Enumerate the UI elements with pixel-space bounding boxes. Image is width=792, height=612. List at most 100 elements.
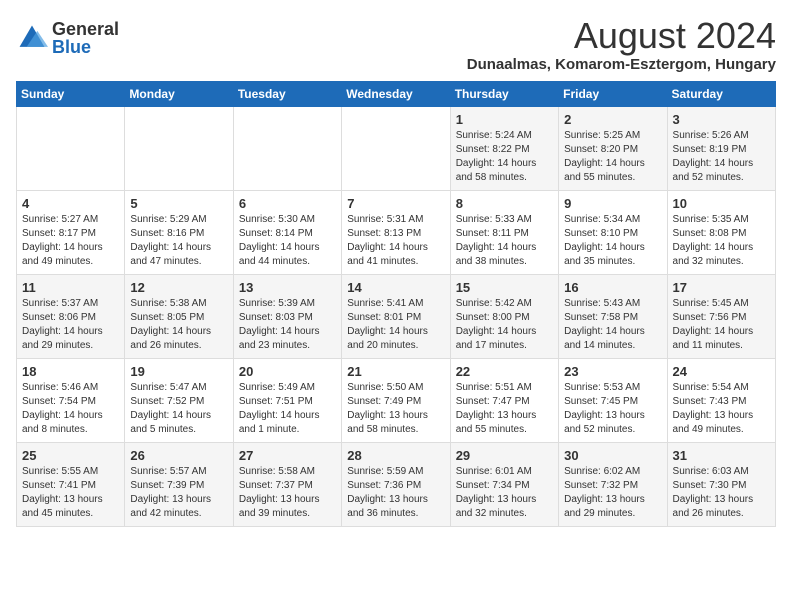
calendar-week-row: 1 Sunrise: 5:24 AM Sunset: 8:22 PM Daylig… [17, 106, 776, 190]
calendar-cell: 6 Sunrise: 5:30 AM Sunset: 8:14 PM Daylig… [233, 190, 341, 274]
calendar-cell: 30 Sunrise: 6:02 AM Sunset: 7:32 PM Dayli… [559, 442, 667, 526]
day-number: 22 [456, 364, 553, 379]
calendar-week-row: 4 Sunrise: 5:27 AM Sunset: 8:17 PM Daylig… [17, 190, 776, 274]
calendar-week-row: 11Sunrise: 5:37 AM Sunset: 8:06 PM Dayli… [17, 274, 776, 358]
weekday-header: Sunday [17, 81, 125, 106]
day-number: 28 [347, 448, 444, 463]
logo: General Blue [16, 20, 119, 56]
day-info: Sunrise: 5:58 AM Sunset: 7:37 PM Dayligh… [239, 465, 336, 521]
day-info: Sunrise: 5:27 AM Sunset: 8:17 PM Dayligh… [22, 213, 119, 269]
day-info: Sunrise: 5:33 AM Sunset: 8:11 PM Dayligh… [456, 213, 553, 269]
day-info: Sunrise: 5:37 AM Sunset: 8:06 PM Dayligh… [22, 297, 119, 353]
day-info: Sunrise: 5:24 AM Sunset: 8:22 PM Dayligh… [456, 129, 553, 185]
weekday-header: Thursday [450, 81, 558, 106]
calendar-cell: 29Sunrise: 6:01 AM Sunset: 7:34 PM Dayli… [450, 442, 558, 526]
day-number: 15 [456, 280, 553, 295]
day-number: 9 [564, 196, 661, 211]
page-header: General Blue August 2024 Dunaalmas, Koma… [16, 16, 776, 73]
calendar-cell: 27 Sunrise: 5:58 AM Sunset: 7:37 PM Dayli… [233, 442, 341, 526]
day-info: Sunrise: 5:53 AM Sunset: 7:45 PM Dayligh… [564, 381, 661, 437]
day-info: Sunrise: 5:26 AM Sunset: 8:19 PM Dayligh… [673, 129, 770, 185]
calendar-cell: 11Sunrise: 5:37 AM Sunset: 8:06 PM Dayli… [17, 274, 125, 358]
calendar-cell: 24 Sunrise: 5:54 AM Sunset: 7:43 PM Dayli… [667, 358, 775, 442]
day-info: Sunrise: 5:57 AM Sunset: 7:39 PM Dayligh… [130, 465, 227, 521]
calendar-cell: 17 Sunrise: 5:45 AM Sunset: 7:56 PM Dayli… [667, 274, 775, 358]
day-number: 5 [130, 196, 227, 211]
day-number: 7 [347, 196, 444, 211]
day-number: 23 [564, 364, 661, 379]
day-info: Sunrise: 5:34 AM Sunset: 8:10 PM Dayligh… [564, 213, 661, 269]
day-number: 10 [673, 196, 770, 211]
day-number: 16 [564, 280, 661, 295]
calendar-cell [233, 106, 341, 190]
day-info: Sunrise: 5:29 AM Sunset: 8:16 PM Dayligh… [130, 213, 227, 269]
day-info: Sunrise: 5:45 AM Sunset: 7:56 PM Dayligh… [673, 297, 770, 353]
logo-blue: Blue [52, 38, 119, 56]
day-info: Sunrise: 5:35 AM Sunset: 8:08 PM Dayligh… [673, 213, 770, 269]
day-number: 31 [673, 448, 770, 463]
day-info: Sunrise: 6:02 AM Sunset: 7:32 PM Dayligh… [564, 465, 661, 521]
calendar-cell: 18Sunrise: 5:46 AM Sunset: 7:54 PM Dayli… [17, 358, 125, 442]
day-number: 1 [456, 112, 553, 127]
day-number: 24 [673, 364, 770, 379]
calendar-cell: 16 Sunrise: 5:43 AM Sunset: 7:58 PM Dayli… [559, 274, 667, 358]
calendar-cell: 23 Sunrise: 5:53 AM Sunset: 7:45 PM Dayli… [559, 358, 667, 442]
calendar-cell: 12 Sunrise: 5:38 AM Sunset: 8:05 PM Dayli… [125, 274, 233, 358]
calendar-cell: 2 Sunrise: 5:25 AM Sunset: 8:20 PM Daylig… [559, 106, 667, 190]
calendar-week-row: 25 Sunrise: 5:55 AM Sunset: 7:41 PM Dayli… [17, 442, 776, 526]
logo-general: General [52, 20, 119, 38]
weekday-header: Monday [125, 81, 233, 106]
day-info: Sunrise: 5:46 AM Sunset: 7:54 PM Dayligh… [22, 381, 119, 437]
calendar-cell: 28 Sunrise: 5:59 AM Sunset: 7:36 PM Dayli… [342, 442, 450, 526]
day-number: 21 [347, 364, 444, 379]
day-info: Sunrise: 5:41 AM Sunset: 8:01 PM Dayligh… [347, 297, 444, 353]
calendar-cell: 13 Sunrise: 5:39 AM Sunset: 8:03 PM Dayli… [233, 274, 341, 358]
day-info: Sunrise: 5:39 AM Sunset: 8:03 PM Dayligh… [239, 297, 336, 353]
day-number: 6 [239, 196, 336, 211]
day-number: 20 [239, 364, 336, 379]
day-number: 2 [564, 112, 661, 127]
day-number: 29 [456, 448, 553, 463]
day-info: Sunrise: 5:49 AM Sunset: 7:51 PM Dayligh… [239, 381, 336, 437]
day-info: Sunrise: 5:51 AM Sunset: 7:47 PM Dayligh… [456, 381, 553, 437]
calendar-cell: 31Sunrise: 6:03 AM Sunset: 7:30 PM Dayli… [667, 442, 775, 526]
day-info: Sunrise: 5:42 AM Sunset: 8:00 PM Dayligh… [456, 297, 553, 353]
weekday-header: Tuesday [233, 81, 341, 106]
weekday-header: Friday [559, 81, 667, 106]
weekday-header: Wednesday [342, 81, 450, 106]
day-info: Sunrise: 5:30 AM Sunset: 8:14 PM Dayligh… [239, 213, 336, 269]
logo-text: General Blue [52, 20, 119, 56]
day-number: 12 [130, 280, 227, 295]
month-title: August 2024 [467, 16, 776, 56]
calendar-cell: 3Sunrise: 5:26 AM Sunset: 8:19 PM Daylig… [667, 106, 775, 190]
day-info: Sunrise: 5:55 AM Sunset: 7:41 PM Dayligh… [22, 465, 119, 521]
calendar-table: SundayMondayTuesdayWednesdayThursdayFrid… [16, 81, 776, 527]
day-info: Sunrise: 5:43 AM Sunset: 7:58 PM Dayligh… [564, 297, 661, 353]
day-number: 8 [456, 196, 553, 211]
day-number: 14 [347, 280, 444, 295]
calendar-cell: 15 Sunrise: 5:42 AM Sunset: 8:00 PM Dayli… [450, 274, 558, 358]
calendar-cell: 1 Sunrise: 5:24 AM Sunset: 8:22 PM Daylig… [450, 106, 558, 190]
day-number: 4 [22, 196, 119, 211]
calendar-cell [342, 106, 450, 190]
day-number: 25 [22, 448, 119, 463]
calendar-cell: 10 Sunrise: 5:35 AM Sunset: 8:08 PM Dayli… [667, 190, 775, 274]
day-info: Sunrise: 5:54 AM Sunset: 7:43 PM Dayligh… [673, 381, 770, 437]
calendar-cell [17, 106, 125, 190]
calendar-cell: 20 Sunrise: 5:49 AM Sunset: 7:51 PM Dayli… [233, 358, 341, 442]
day-number: 27 [239, 448, 336, 463]
day-number: 30 [564, 448, 661, 463]
logo-icon [16, 22, 48, 54]
day-number: 17 [673, 280, 770, 295]
weekday-header-row: SundayMondayTuesdayWednesdayThursdayFrid… [17, 81, 776, 106]
weekday-header: Saturday [667, 81, 775, 106]
day-number: 19 [130, 364, 227, 379]
location: Dunaalmas, Komarom-Esztergom, Hungary [467, 56, 776, 73]
calendar-cell: 7Sunrise: 5:31 AM Sunset: 8:13 PM Daylig… [342, 190, 450, 274]
day-info: Sunrise: 5:38 AM Sunset: 8:05 PM Dayligh… [130, 297, 227, 353]
title-block: August 2024 Dunaalmas, Komarom-Esztergom… [467, 16, 776, 73]
day-info: Sunrise: 5:59 AM Sunset: 7:36 PM Dayligh… [347, 465, 444, 521]
calendar-cell [125, 106, 233, 190]
day-info: Sunrise: 5:25 AM Sunset: 8:20 PM Dayligh… [564, 129, 661, 185]
day-number: 13 [239, 280, 336, 295]
